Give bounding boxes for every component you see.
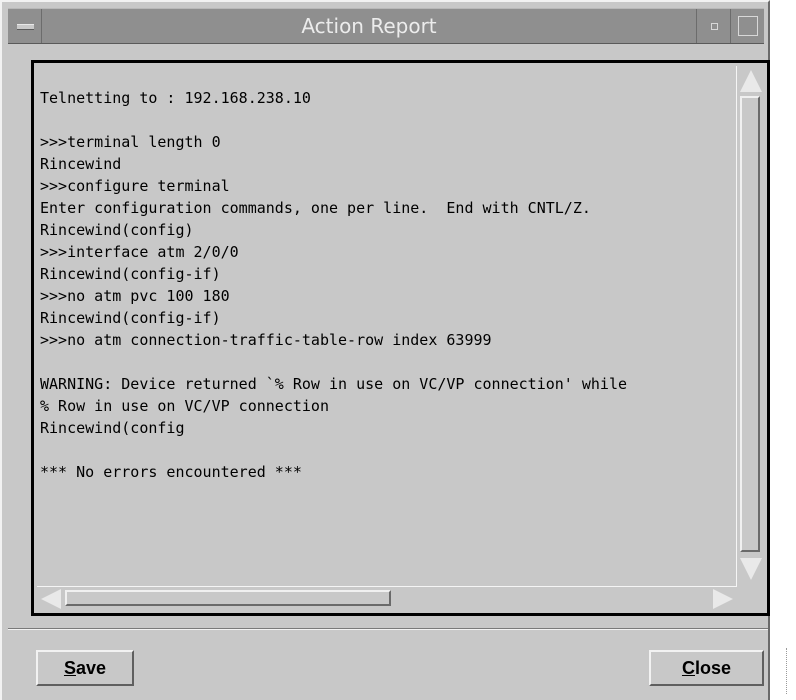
report-line: *** No errors encountered ***	[40, 463, 302, 481]
report-line: % Row in use on VC/VP connection	[40, 397, 329, 415]
report-line: Rincewind(config-if)	[40, 309, 221, 327]
vertical-scroll-thumb[interactable]	[740, 96, 760, 552]
report-panel: Telnetting to : 192.168.238.10 >>>termina…	[31, 60, 770, 616]
report-line: Rincewind(config)	[40, 221, 194, 239]
window-title: Action Report	[301, 14, 437, 38]
title-bar[interactable]: Action Report	[8, 8, 764, 44]
save-button[interactable]: Save	[36, 650, 134, 686]
save-label: ave	[75, 658, 107, 678]
report-line: Rincewind	[40, 155, 122, 173]
maximize-icon	[738, 16, 758, 36]
scroll-right-arrow-icon[interactable]	[713, 589, 733, 609]
close-mnemonic: C	[681, 658, 695, 678]
report-line: Enter configuration commands, one per li…	[40, 199, 591, 217]
vertical-scrollbar[interactable]	[736, 66, 764, 586]
save-mnemonic: S	[63, 658, 76, 678]
window-menu-icon	[17, 24, 34, 30]
report-line	[37, 65, 734, 87]
report-line: >>>configure terminal	[40, 177, 230, 195]
report-line: Telnetting to : 192.168.238.10	[40, 89, 311, 107]
horizontal-scroll-thumb[interactable]	[65, 590, 391, 606]
maximize-button[interactable]	[730, 9, 764, 43]
scroll-up-arrow-icon[interactable]	[740, 70, 762, 92]
horizontal-scrollbar[interactable]	[37, 586, 737, 610]
report-line	[37, 109, 734, 131]
report-line: WARNING: Device returned `% Row in use o…	[40, 375, 627, 393]
close-button[interactable]: Close	[649, 650, 764, 686]
report-line: >>>terminal length 0	[40, 133, 221, 151]
minimize-icon	[711, 23, 718, 30]
report-line: Rincewind(config-if)	[40, 265, 221, 283]
report-text-area[interactable]: Telnetting to : 192.168.238.10 >>>termina…	[37, 65, 734, 577]
button-area-divider	[8, 628, 768, 630]
report-line	[37, 439, 734, 461]
minimize-button[interactable]	[696, 9, 730, 43]
close-label: lose	[694, 658, 732, 678]
report-line: >>>no atm pvc 100 180	[40, 287, 230, 305]
scroll-down-arrow-icon[interactable]	[740, 558, 762, 580]
report-line	[37, 351, 734, 373]
scroll-left-arrow-icon[interactable]	[41, 589, 61, 609]
report-line: Rincewind(config	[40, 419, 185, 437]
window-edge-decoration	[786, 648, 787, 694]
report-line: >>>no atm connection-traffic-table-row i…	[40, 331, 492, 349]
report-line: >>>interface atm 2/0/0	[40, 243, 239, 261]
window-menu-button[interactable]	[8, 9, 42, 43]
action-report-window: Action Report Telnetting to : 192.168.23…	[0, 0, 770, 700]
